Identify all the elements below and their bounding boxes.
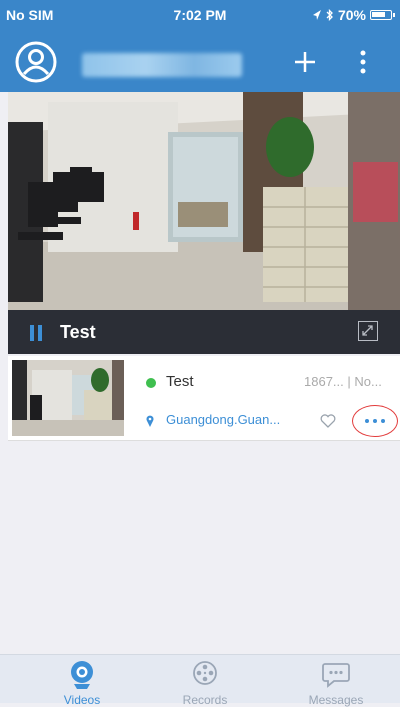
bluetooth-icon	[326, 9, 333, 21]
app-header: No SIM 7:02 PM 70%	[0, 0, 400, 92]
status-right: 70%	[312, 7, 395, 23]
expand-icon	[362, 325, 373, 336]
tab-label: Messages	[308, 693, 364, 707]
film-reel-icon	[193, 661, 217, 685]
ellipsis-icon	[365, 419, 369, 423]
bottom-tab-bar: Videos Records Messages	[0, 654, 400, 707]
pause-icon	[30, 325, 34, 341]
device-thumbnail[interactable]	[12, 360, 124, 436]
player-title: Test	[60, 322, 96, 342]
tab-videos[interactable]: Videos	[32, 657, 132, 707]
ellipsis-icon-dot	[373, 419, 377, 423]
battery-percent: 70%	[337, 7, 366, 23]
chat-bubble-icon	[322, 663, 350, 688]
heart-icon	[320, 414, 336, 428]
location-pin-icon	[146, 415, 154, 427]
add-device-button[interactable]	[290, 47, 320, 77]
device-name: Test	[166, 373, 194, 390]
fullscreen-button[interactable]	[358, 321, 378, 341]
device-thumbnail-image	[12, 360, 124, 436]
device-id: 1867... | No...	[304, 374, 382, 389]
online-status-dot	[146, 378, 156, 388]
office-camera-feed	[8, 92, 400, 310]
username-blurred	[82, 53, 242, 77]
tab-label: Records	[182, 693, 228, 707]
ellipsis-icon-dot	[381, 419, 385, 423]
live-video-view[interactable]	[8, 92, 400, 310]
plus-icon	[295, 52, 315, 72]
camera-icon	[71, 661, 93, 689]
favorite-button[interactable]	[320, 414, 336, 428]
device-list-item[interactable]: Test 1867... | No... Guangdong.Guan...	[8, 356, 400, 441]
battery-icon	[370, 10, 395, 20]
status-bar: No SIM 7:02 PM 70%	[0, 0, 400, 30]
location-arrow-icon	[312, 10, 321, 20]
pause-icon-bar	[38, 325, 42, 341]
device-options-button[interactable]	[352, 405, 398, 437]
tab-messages[interactable]: Messages	[286, 657, 386, 707]
user-circle-icon	[15, 41, 57, 83]
device-location[interactable]: Guangdong.Guan...	[166, 412, 280, 427]
avatar[interactable]	[14, 40, 58, 84]
tab-label: Videos	[63, 693, 101, 707]
vertical-ellipsis-icon	[360, 50, 366, 74]
player-control-bar: Test	[8, 310, 400, 354]
pause-button[interactable]	[30, 325, 44, 341]
more-menu-button[interactable]	[354, 47, 372, 77]
tab-records[interactable]: Records	[155, 657, 255, 707]
